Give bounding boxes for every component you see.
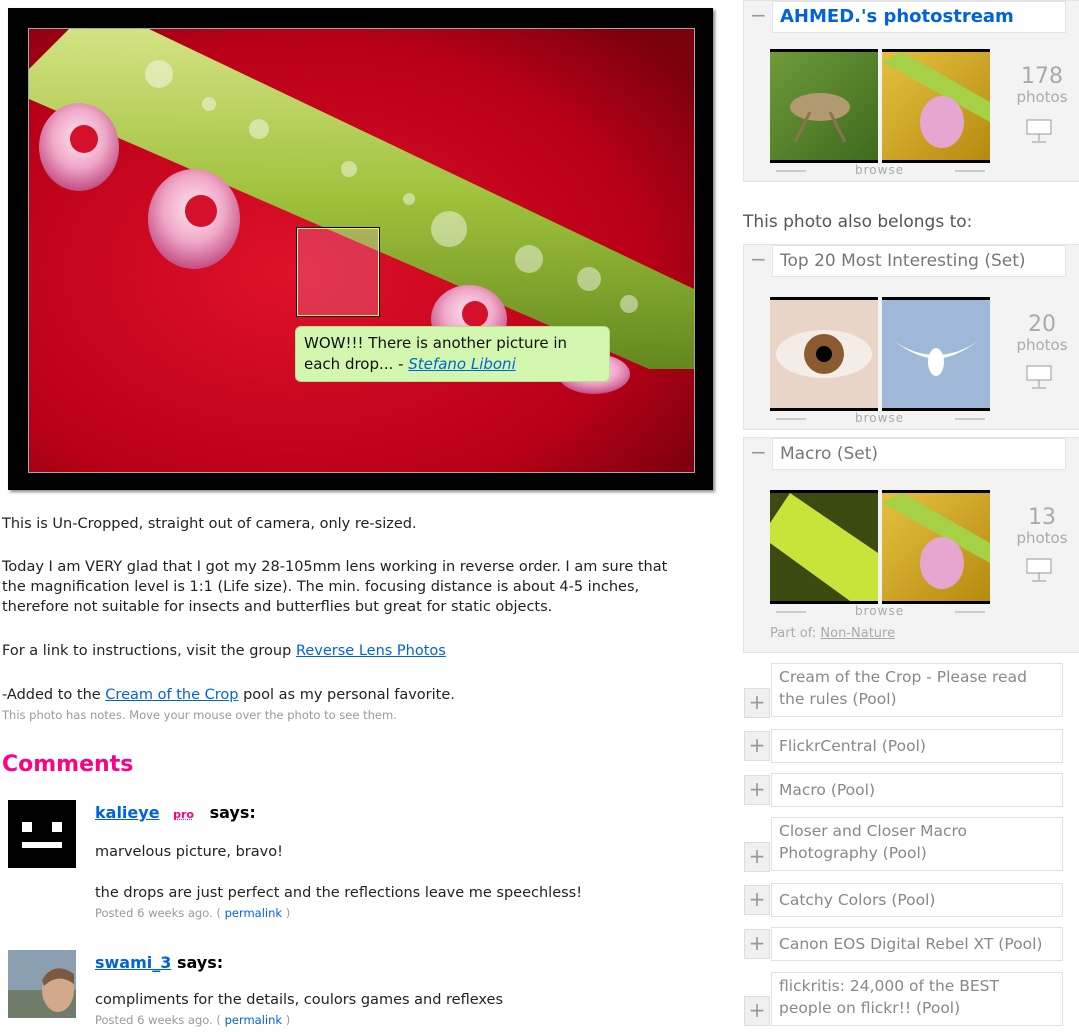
instructions-prefix: For a link to instructions, visit the gr… bbox=[2, 643, 292, 659]
part-of-link[interactable]: Non-Nature bbox=[820, 626, 895, 641]
pool-item[interactable]: Closer and Closer Macro Photography (Poo… bbox=[771, 817, 1063, 871]
comment-header: swami_3 says: bbox=[95, 953, 223, 972]
comment-says: says: bbox=[209, 803, 256, 822]
pool-item[interactable]: Canon EOS Digital Rebel XT (Pool) bbox=[771, 927, 1063, 961]
arrow-right-icon[interactable] bbox=[955, 418, 985, 420]
comment-username[interactable]: swami_3 bbox=[95, 953, 171, 972]
add-pool-icon[interactable]: + bbox=[744, 885, 770, 915]
pool-item[interactable]: Cream of the Crop - Please read the rule… bbox=[771, 663, 1063, 717]
comment-text: compliments for the details, coulors gam… bbox=[95, 992, 504, 1008]
note-author-link[interactable]: Stefano Liboni bbox=[408, 355, 515, 373]
thumbnail-current[interactable] bbox=[882, 297, 990, 411]
pool-item[interactable]: FlickrCentral (Pool) bbox=[771, 729, 1063, 763]
description-instructions: For a link to instructions, visit the gr… bbox=[2, 641, 702, 661]
arrow-left-icon[interactable] bbox=[776, 611, 806, 613]
thumbnail-prev[interactable] bbox=[770, 297, 878, 411]
browse-bar: browse bbox=[770, 411, 990, 427]
photo-count: 13 photos bbox=[1012, 505, 1072, 548]
photostream-title[interactable]: AHMED.'s photostream bbox=[772, 1, 1066, 33]
main-photo[interactable]: WOW!!! There is another picture in each … bbox=[28, 28, 695, 473]
slideshow-icon[interactable] bbox=[1024, 556, 1054, 582]
set-title[interactable]: Top 20 Most Interesting (Set) bbox=[772, 245, 1066, 277]
add-pool-icon[interactable]: + bbox=[744, 731, 770, 761]
add-pool-icon[interactable]: + bbox=[744, 929, 770, 959]
comment-permalink[interactable]: permalink bbox=[225, 1013, 283, 1027]
browse-bar: browse bbox=[770, 163, 990, 179]
description-pool-note: -Added to the Cream of the Crop pool as … bbox=[2, 685, 702, 705]
photo-count-unit: photos bbox=[1016, 88, 1068, 106]
thumbnail-prev[interactable] bbox=[770, 49, 878, 163]
collapse-icon[interactable]: − bbox=[750, 249, 767, 269]
pool-note-suffix: pool as my personal favorite. bbox=[243, 687, 455, 703]
set-title[interactable]: Macro (Set) bbox=[772, 438, 1066, 470]
set-panel-macro: − Macro (Set) 13 photos browse Part of: … bbox=[743, 437, 1079, 653]
add-pool-icon[interactable]: + bbox=[744, 842, 770, 872]
comment-posted: Posted 6 weeks ago. ( permalink ) bbox=[95, 1013, 290, 1027]
pool-item[interactable]: Catchy Colors (Pool) bbox=[771, 883, 1063, 917]
browse-label: browse bbox=[855, 411, 905, 425]
arrow-left-icon[interactable] bbox=[776, 170, 806, 172]
comment-posted-time: Posted 6 weeks ago. ( bbox=[95, 1013, 221, 1027]
note-highlight-box[interactable] bbox=[296, 227, 380, 317]
browse-bar: browse bbox=[770, 604, 990, 620]
photo-count-number: 13 bbox=[1028, 505, 1056, 530]
browse-label: browse bbox=[855, 604, 905, 618]
part-of: Part of: Non-Nature bbox=[770, 626, 895, 641]
pool-note-prefix: -Added to the bbox=[2, 687, 101, 703]
arrow-left-icon[interactable] bbox=[776, 418, 806, 420]
photo-count: 178 photos bbox=[1012, 64, 1072, 107]
pool-item[interactable]: flickritis: 24,000 of the BEST people on… bbox=[771, 972, 1063, 1026]
comment-text: the drops are just perfect and the refle… bbox=[95, 885, 583, 901]
browse-label: browse bbox=[855, 163, 905, 177]
slideshow-icon[interactable] bbox=[1024, 117, 1054, 143]
photo-count-number: 20 bbox=[1028, 312, 1056, 337]
photo-count-unit: photos bbox=[1016, 336, 1068, 354]
add-pool-icon[interactable]: + bbox=[744, 996, 770, 1026]
photostream-panel: − AHMED.'s photostream 178 photos browse bbox=[743, 0, 1079, 182]
slideshow-icon[interactable] bbox=[1024, 363, 1054, 389]
comment-says: says: bbox=[176, 953, 224, 972]
comment-posted-close: ) bbox=[285, 1013, 291, 1027]
description-line1: This is Un-Cropped, straight out of came… bbox=[2, 516, 417, 532]
notes-hint: This photo has notes. Move your mouse ov… bbox=[2, 708, 397, 722]
cream-of-crop-link[interactable]: Cream of the Crop bbox=[105, 687, 238, 703]
comment-posted-close: ) bbox=[285, 906, 291, 920]
comment-permalink[interactable]: permalink bbox=[225, 906, 283, 920]
thumbnail-current[interactable] bbox=[882, 490, 990, 604]
comment-posted: Posted 6 weeks ago. ( permalink ) bbox=[95, 906, 290, 920]
comment-header: kalieye pro says: bbox=[95, 803, 256, 822]
comment-text: marvelous picture, bravo! bbox=[95, 844, 283, 860]
avatar[interactable] bbox=[8, 800, 76, 868]
comment-posted-time: Posted 6 weeks ago. ( bbox=[95, 906, 221, 920]
add-pool-icon[interactable]: + bbox=[744, 775, 770, 805]
part-of-label: Part of: bbox=[770, 626, 817, 641]
description-paragraph: Today I am VERY glad that I got my 28-10… bbox=[2, 559, 668, 615]
collapse-icon[interactable]: − bbox=[750, 442, 767, 462]
arrow-right-icon[interactable] bbox=[955, 170, 985, 172]
photo-count: 20 photos bbox=[1012, 312, 1072, 355]
photo-count-number: 178 bbox=[1021, 64, 1063, 89]
photo-count-unit: photos bbox=[1016, 529, 1068, 547]
belongs-to-label: This photo also belongs to: bbox=[743, 212, 973, 232]
thumbnail-prev[interactable] bbox=[770, 490, 878, 604]
main-photo-frame: WOW!!! There is another picture in each … bbox=[8, 8, 713, 490]
avatar[interactable] bbox=[8, 950, 76, 1018]
pro-badge[interactable]: pro bbox=[173, 808, 194, 821]
note-tooltip: WOW!!! There is another picture in each … bbox=[295, 326, 610, 382]
add-pool-icon[interactable]: + bbox=[744, 688, 770, 718]
collapse-icon[interactable]: − bbox=[750, 5, 767, 25]
comments-title: Comments bbox=[2, 752, 134, 777]
reverse-lens-group-link[interactable]: Reverse Lens Photos bbox=[296, 643, 446, 659]
pool-item[interactable]: Macro (Pool) bbox=[771, 773, 1063, 807]
comment-username[interactable]: kalieye bbox=[95, 803, 160, 822]
set-panel-top20: − Top 20 Most Interesting (Set) 20 photo… bbox=[743, 244, 1079, 430]
thumbnail-current[interactable] bbox=[882, 49, 990, 163]
arrow-right-icon[interactable] bbox=[955, 611, 985, 613]
